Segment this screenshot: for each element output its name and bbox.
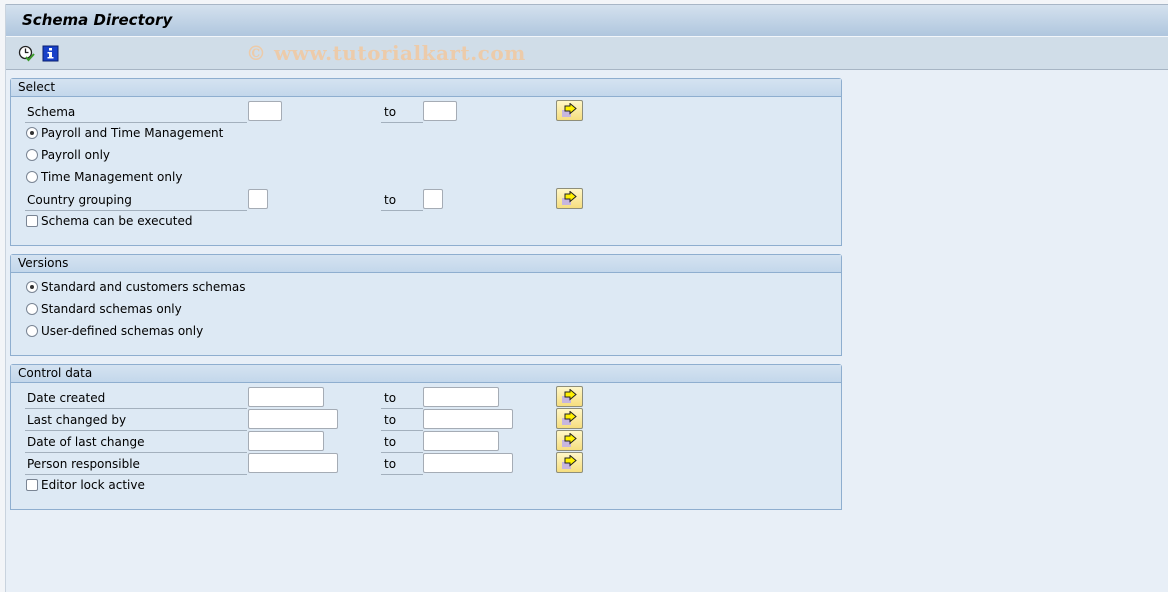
watermark: © www.tutorialkart.com bbox=[246, 41, 526, 65]
radio-label: Standard and customers schemas bbox=[41, 280, 246, 294]
radio-button[interactable] bbox=[26, 303, 38, 315]
schema-executable-checkbox-row[interactable]: Schema can be executed bbox=[26, 211, 192, 231]
radio-button[interactable] bbox=[26, 149, 38, 161]
radio-time-management-only[interactable]: Time Management only bbox=[26, 167, 182, 187]
last-changed-by-to-label: to bbox=[381, 411, 423, 431]
radio-standard-and-customer[interactable]: Standard and customers schemas bbox=[26, 277, 246, 297]
person-responsible-to-label: to bbox=[381, 455, 423, 475]
date-created-multiple-selection-button[interactable] bbox=[556, 386, 583, 407]
radio-button[interactable] bbox=[26, 325, 38, 337]
person-responsible-multiple-selection-button[interactable] bbox=[556, 452, 583, 473]
date-created-row: Date created to bbox=[11, 386, 841, 409]
multiple-selection-arrow-icon bbox=[562, 191, 577, 205]
checkbox-label: Editor lock active bbox=[41, 478, 145, 492]
country-grouping-to-input[interactable] bbox=[423, 189, 443, 209]
radio-button[interactable] bbox=[26, 127, 38, 139]
editor-lock-checkbox-row[interactable]: Editor lock active bbox=[26, 475, 145, 495]
date-of-last-change-label: Date of last change bbox=[25, 433, 247, 453]
radio-standard-only[interactable]: Standard schemas only bbox=[26, 299, 182, 319]
date-created-from-input[interactable] bbox=[248, 387, 324, 407]
date-of-last-change-to-input[interactable] bbox=[423, 431, 499, 451]
country-grouping-to-label: to bbox=[381, 191, 423, 211]
person-responsible-to-input[interactable] bbox=[423, 453, 513, 473]
last-changed-by-label: Last changed by bbox=[25, 411, 247, 431]
schema-to-input[interactable] bbox=[423, 101, 457, 121]
schema-executable-checkbox[interactable] bbox=[26, 215, 38, 227]
schema-to-label: to bbox=[381, 103, 423, 123]
date-of-last-change-to-label: to bbox=[381, 433, 423, 453]
radio-label: User-defined schemas only bbox=[41, 324, 204, 338]
last-changed-by-from-input[interactable] bbox=[248, 409, 338, 429]
radio-label: Time Management only bbox=[41, 170, 183, 184]
control-data-group: Control data Date created to Last change… bbox=[10, 364, 842, 510]
multiple-selection-arrow-icon bbox=[562, 433, 577, 447]
select-group: Select Schema to Payroll and Time Manage… bbox=[10, 78, 842, 246]
control-data-group-header: Control data bbox=[11, 365, 841, 383]
radio-user-defined-only[interactable]: User-defined schemas only bbox=[26, 321, 203, 341]
radio-button[interactable] bbox=[26, 281, 38, 293]
person-responsible-from-input[interactable] bbox=[248, 453, 338, 473]
date-of-last-change-row: Date of last change to bbox=[11, 430, 841, 453]
multiple-selection-arrow-icon bbox=[562, 455, 577, 469]
multiple-selection-arrow-icon bbox=[562, 389, 577, 403]
radio-label: Standard schemas only bbox=[41, 302, 182, 316]
versions-group-header: Versions bbox=[11, 255, 841, 273]
schema-multiple-selection-button[interactable] bbox=[556, 100, 583, 121]
radio-payroll-only[interactable]: Payroll only bbox=[26, 145, 110, 165]
last-changed-by-row: Last changed by to bbox=[11, 408, 841, 431]
radio-label: Payroll and Time Management bbox=[41, 126, 224, 140]
multiple-selection-arrow-icon bbox=[562, 411, 577, 425]
information-icon[interactable] bbox=[42, 45, 59, 62]
checkbox-label: Schema can be executed bbox=[41, 214, 193, 228]
country-grouping-multiple-selection-button[interactable] bbox=[556, 188, 583, 209]
schema-from-input[interactable] bbox=[248, 101, 282, 121]
main-window: Schema Directory © www.tutorialkart.com … bbox=[5, 4, 1168, 592]
schema-row: Schema to bbox=[11, 100, 841, 123]
date-created-to-label: to bbox=[381, 389, 423, 409]
select-group-header: Select bbox=[11, 79, 841, 97]
title-bar: Schema Directory bbox=[6, 4, 1168, 36]
page-title: Schema Directory bbox=[22, 11, 173, 29]
person-responsible-label: Person responsible bbox=[25, 455, 247, 475]
last-changed-by-multiple-selection-button[interactable] bbox=[556, 408, 583, 429]
country-grouping-row: Country grouping to bbox=[11, 188, 841, 211]
country-grouping-from-input[interactable] bbox=[248, 189, 268, 209]
application-toolbar: © www.tutorialkart.com bbox=[6, 36, 1168, 70]
radio-label: Payroll only bbox=[41, 148, 111, 162]
date-created-to-input[interactable] bbox=[423, 387, 499, 407]
person-responsible-row: Person responsible to bbox=[11, 452, 841, 475]
date-of-last-change-multiple-selection-button[interactable] bbox=[556, 430, 583, 451]
date-created-label: Date created bbox=[25, 389, 247, 409]
schema-label: Schema bbox=[25, 103, 247, 123]
editor-lock-checkbox[interactable] bbox=[26, 479, 38, 491]
country-grouping-label: Country grouping bbox=[25, 191, 247, 211]
execute-clock-icon[interactable] bbox=[18, 45, 35, 62]
last-changed-by-to-input[interactable] bbox=[423, 409, 513, 429]
versions-group: Versions Standard and customers schemas … bbox=[10, 254, 842, 356]
date-of-last-change-from-input[interactable] bbox=[248, 431, 324, 451]
radio-button[interactable] bbox=[26, 171, 38, 183]
radio-payroll-time[interactable]: Payroll and Time Management bbox=[26, 123, 223, 143]
multiple-selection-arrow-icon bbox=[562, 103, 577, 117]
